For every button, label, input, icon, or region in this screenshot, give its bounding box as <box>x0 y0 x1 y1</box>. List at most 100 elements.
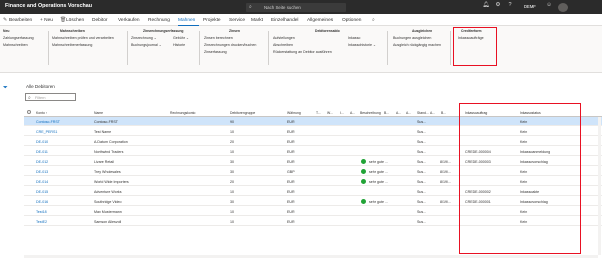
tab-einzelhandel[interactable]: Einzelhandel <box>271 18 298 23</box>
ribbon-ausgleich-rueckgaengig[interactable]: Ausgleich rückgängig machen <box>393 43 441 47</box>
ribbon-zahlungserfassung[interactable]: Zahlungserfassung <box>3 36 34 40</box>
search-icon[interactable]: ⌕ <box>372 17 375 23</box>
cell-debitorengruppe: 10 <box>230 209 234 214</box>
cell-konto[interactable]: Test18 <box>36 210 47 214</box>
ribbon-inkasso[interactable]: Inkasso <box>348 36 360 40</box>
col-header-waehrung[interactable]: Währung <box>287 111 301 115</box>
tab-markt[interactable]: Markt <box>251 18 263 23</box>
col-header-a3[interactable]: A... <box>406 111 411 115</box>
tab-mahnen[interactable]: Mahnen <box>178 18 195 23</box>
cell-konto[interactable]: DE-014 <box>36 180 48 184</box>
tab-debitor[interactable]: Debitor <box>92 18 107 23</box>
ribbon-zinsrechnung[interactable]: Zinsrechnung ⌄ <box>131 36 157 40</box>
col-header-a[interactable]: A... <box>350 111 355 115</box>
ribbon-gebuehr[interactable]: Gebühr ⌄ <box>173 36 189 40</box>
select-all-checkbox[interactable] <box>27 110 31 114</box>
group-title-mahnschreiben: Mahnschreiben <box>60 29 85 33</box>
status-dot-icon <box>361 158 366 164</box>
ribbon-mahnschreiben[interactable]: Mahnschreiben <box>3 43 28 47</box>
delete-button[interactable]: Löschen <box>66 18 84 23</box>
ribbon-zinsrechnungen-drucken[interactable]: Zinsrechnungen drucken/buchen <box>204 43 256 47</box>
grid-title: Alle Debitoren <box>26 84 55 89</box>
horizontal-scrollbar[interactable] <box>24 255 598 258</box>
col-header-t[interactable]: T... <box>316 111 321 115</box>
search-placeholder: Nach Seite suchen <box>264 4 301 10</box>
page-search-box[interactable]: ⌕ Nach Seite suchen <box>246 2 346 12</box>
cell-stand: Sus... <box>417 219 427 224</box>
cell-debitorengruppe: 30 <box>230 199 234 204</box>
filter-icon[interactable]: ⏷ <box>3 85 8 92</box>
ribbon-mahnschreiben-pruefen[interactable]: Mahnschreiben prüfen und verarbeiten <box>52 36 114 40</box>
cell-konto[interactable]: DE-011 <box>36 150 48 154</box>
cell-stand: Sus... <box>417 179 427 184</box>
edit-button[interactable]: Bearbeiten <box>9 18 32 23</box>
user-avatar[interactable] <box>558 2 568 12</box>
cell-debitorengruppe: 10 <box>230 149 234 154</box>
tab-projekte[interactable]: Projekte <box>203 18 221 23</box>
cell-debitorengruppe: 10 <box>230 129 234 134</box>
cell-debitorengruppe: 20 <box>230 179 234 184</box>
settings-gear-icon[interactable]: ⚙ <box>494 2 502 12</box>
cell-konto[interactable]: DE-016 <box>36 200 48 204</box>
new-button[interactable]: + Neu <box>40 18 53 23</box>
cell-konto[interactable]: TestE2 <box>36 220 47 224</box>
group-title-neu: Neu <box>3 29 10 33</box>
cell-name: A.Datum Corporation <box>94 139 128 144</box>
ribbon-zinserfassung[interactable]: Zinserfassung <box>204 50 227 54</box>
cell-debitorengruppe: 20 <box>230 139 234 144</box>
ribbon-mahnschreibenerfassung[interactable]: Mahnschreibenerfassung <box>52 43 92 47</box>
col-header-b2[interactable]: B... <box>441 111 446 115</box>
ribbon-historie[interactable]: Historie <box>173 43 185 47</box>
cell-waehrung: EUR <box>287 209 295 214</box>
notification-bell-icon[interactable]: 🔔︎ <box>482 2 490 12</box>
cell-konto[interactable]: DE-010 <box>36 140 48 144</box>
company-selector[interactable]: DEMF <box>524 4 536 9</box>
col-header-name[interactable]: Name <box>94 111 103 115</box>
cell-stand: Sus... <box>417 189 427 194</box>
col-header-w[interactable]: W... <box>327 111 333 115</box>
cell-waehrung: EUR <box>287 189 295 194</box>
cell-konto[interactable]: Contoso-FRST <box>36 120 60 124</box>
ribbon-abschreiben[interactable]: Abschreiben <box>273 43 293 47</box>
vertical-scrollbar[interactable] <box>598 117 601 255</box>
cell-datum: 8/19/... <box>440 169 451 174</box>
cell-stand: Sus... <box>417 149 427 154</box>
cell-konto[interactable]: CRE_PERS1 <box>36 130 57 134</box>
chat-icon[interactable]: ☺ <box>545 2 553 12</box>
cell-datum: 8/19/... <box>440 159 451 164</box>
cell-waehrung: EUR <box>287 149 295 154</box>
col-header-konto[interactable]: Konto ↑ <box>36 111 48 115</box>
col-header-beschreibung[interactable]: Beschreibung <box>360 111 381 115</box>
col-header-a4[interactable]: A... <box>430 111 435 115</box>
cell-datum: 8/19/... <box>440 179 451 184</box>
tab-rechnung[interactable]: Rechnung <box>148 18 170 23</box>
tab-verkaufen[interactable]: Verkaufen <box>118 18 140 23</box>
col-header-stand[interactable]: Stand... <box>417 111 429 115</box>
col-header-i[interactable]: I... <box>340 111 344 115</box>
ribbon-buchungsjournal[interactable]: Buchungsjournal ⌄ <box>131 43 162 47</box>
cell-konto[interactable]: DE-012 <box>36 160 48 164</box>
help-icon[interactable]: ? <box>506 2 514 12</box>
ribbon-zinsen-berechnen[interactable]: Zinsen berechnen <box>204 36 233 40</box>
cell-beschreibung: sehr gute ... <box>369 169 388 174</box>
tab-optionen[interactable]: Optionen <box>342 18 361 23</box>
ribbon: Neu Zahlungserfassung Mahnschreiben Mahn… <box>0 26 602 73</box>
cell-debitorengruppe: 90 <box>230 119 234 124</box>
filter-search-icon: ⌕ <box>28 94 31 101</box>
cell-konto[interactable]: DE-013 <box>36 170 48 174</box>
tab-service[interactable]: Service <box>229 18 245 23</box>
ribbon-rueckerstattung[interactable]: Rückerstattung an Debitor ausführen <box>273 50 332 54</box>
col-header-rechnungskonto[interactable]: Rechnungskonto <box>170 111 195 115</box>
ribbon-inkassohistorie[interactable]: Inkassohistorie ⌄ <box>348 43 376 47</box>
tab-allgemeines[interactable]: Allgemeines <box>307 18 333 23</box>
col-header-a2[interactable]: A... <box>396 111 401 115</box>
filter-input[interactable]: ⌕ Filtern <box>25 93 76 101</box>
cell-konto[interactable]: DE-015 <box>36 190 48 194</box>
col-header-debitorengruppe[interactable]: Debitorengruppe <box>230 111 255 115</box>
cell-name: Southridge Video <box>94 199 122 204</box>
col-header-b[interactable]: B... <box>384 111 389 115</box>
ribbon-buchungen-ausgleichen[interactable]: Buchungen ausgleichen <box>393 36 431 40</box>
group-separator <box>387 31 388 65</box>
ribbon-aufstellungen[interactable]: Aufstellungen <box>273 36 295 40</box>
group-separator <box>450 31 451 65</box>
